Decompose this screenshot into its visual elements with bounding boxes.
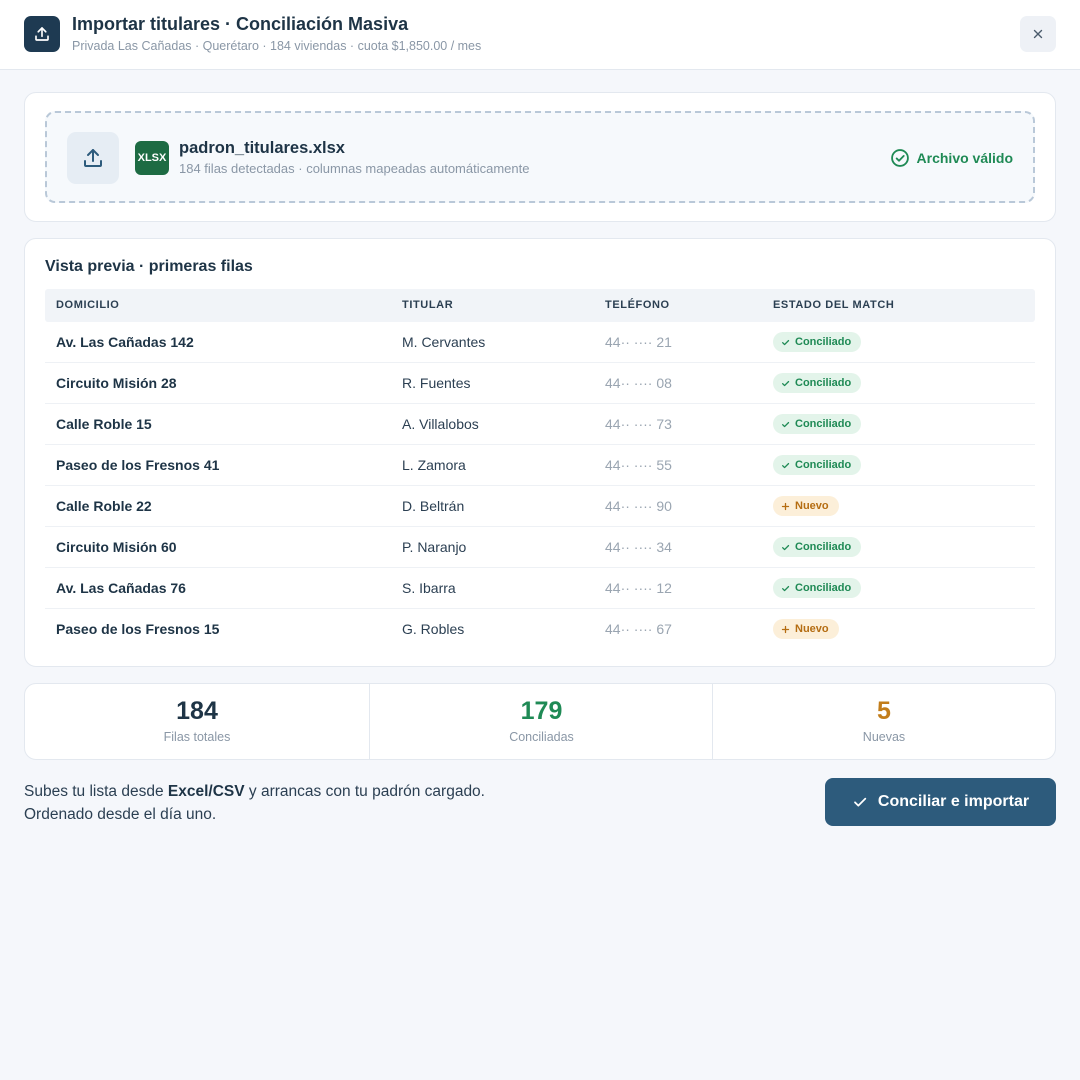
table-row: Paseo de los Fresnos 15 G. Robles 44·· ···… [45,609,1035,650]
match-status-badge: Conciliado [773,373,862,393]
close-button[interactable] [1020,16,1056,52]
cell-domicilio: Calle Roble 15 [56,416,152,432]
cell-telefono: 44·· ···· 21 [605,334,672,350]
upload-button[interactable] [67,132,119,184]
cell-titular: M. Cervantes [402,334,486,350]
cell-titular: A. Villalobos [402,416,479,432]
preview-title: Vista previa · primeras filas [45,258,253,275]
match-status-label: Conciliado [795,418,852,430]
footer-text-part: y arrancas con tu padrón cargado. [244,783,485,800]
stat-value: 184 [176,697,218,725]
cell-titular: G. Robles [402,621,465,637]
file-status: Archivo válido [890,148,1013,168]
cell-telefono: 44·· ···· 73 [605,416,672,432]
upload-icon [84,149,102,167]
match-status-badge: Conciliado [773,537,862,557]
cell-titular: P. Naranjo [402,539,467,555]
stat-value: 179 [520,697,563,725]
cell-domicilio: Calle Roble 22 [56,498,152,514]
cell-titular: S. Ibarra [402,580,456,596]
table-row: Av. Las Cañadas 76 S. Ibarra 44·· ···· 12 C… [45,568,1035,609]
match-status-badge: Nuevo [773,496,839,516]
stats-bar: 184 Filas totales 179 Conciliadas 5 Nuev… [24,683,1056,760]
table-row: Circuito Misión 28 R. Fuentes 44·· ···· 08… [45,363,1035,404]
stat-nuevas: 5 Nuevas [712,684,1055,759]
cell-domicilio: Av. Las Cañadas 142 [56,334,194,350]
file-card: XLSX padron_titulares.xlsx 184 filas det… [24,92,1056,222]
modal-header: Importar titulares · Conciliación Masiva… [0,0,1080,70]
match-status-label: Conciliado [795,541,852,553]
match-status-label: Conciliado [795,377,852,389]
match-status-badge: Conciliado [773,332,862,352]
cell-telefono: 44·· ···· 90 [605,498,672,514]
match-status-label: Nuevo [795,500,829,512]
stat-label: Conciliadas [509,730,574,744]
column-header-domicilio: DOMICILIO [56,299,120,311]
check-icon [782,544,790,550]
match-status-badge: Conciliado [773,455,862,475]
stat-label: Nuevas [862,730,906,744]
cell-telefono: 44·· ···· 34 [605,539,672,555]
cell-telefono: 44·· ···· 67 [605,621,672,637]
stat-label: Filas totales [163,730,231,744]
footer-text-bold: Excel/CSV [167,783,245,800]
match-status-badge: Conciliado [773,414,862,434]
xlsx-file-icon: XLSX [135,141,169,175]
page-subtitle: Privada Las Cañadas · Querétaro · 184 vi… [72,39,482,53]
cell-domicilio: Paseo de los Fresnos 41 [56,457,220,473]
cell-domicilio: Circuito Misión 60 [56,539,177,555]
footer-description: Subes tu lista desde Excel/CSV y arranca… [24,780,485,826]
check-icon [782,339,790,345]
cell-domicilio: Av. Las Cañadas 76 [56,580,186,596]
match-status-label: Conciliado [795,459,852,471]
table-row: Av. Las Cañadas 142 M. Cervantes 44·· ····… [45,322,1035,363]
table-row: Calle Roble 15 A. Villalobos 44·· ···· 73 C… [45,404,1035,445]
file-dropzone[interactable]: XLSX padron_titulares.xlsx 184 filas det… [45,111,1035,203]
check-icon [782,462,790,468]
check-icon [782,585,790,591]
column-header-telefono: TELÉFONO [605,299,670,311]
column-header-titular: TITULAR [402,299,454,311]
cell-telefono: 44·· ···· 12 [605,580,672,596]
check-icon [782,380,790,386]
stat-total: 184 Filas totales [25,684,369,759]
cell-telefono: 44·· ···· 55 [605,457,672,473]
plus-icon [781,625,790,633]
cell-titular: L. Zamora [402,457,466,473]
column-header-estado: ESTADO DEL MATCH [773,299,895,311]
button-label: Conciliar e importar [877,793,1030,810]
match-status-badge: Conciliado [773,578,862,598]
footer-text-part: Subes tu lista desde [24,783,168,800]
stat-value: 5 [877,697,891,725]
cell-titular: D. Beltrán [402,498,465,514]
footer-text-line2: Ordenado desde el día uno. [24,806,217,823]
match-status-label: Nuevo [795,623,829,635]
page-title: Importar titulares · Conciliación Masiva [72,14,409,34]
file-status-label: Archivo válido [916,150,1013,166]
match-status-label: Conciliado [795,582,852,594]
match-status-label: Conciliado [795,336,852,348]
upload-icon [24,16,60,52]
cell-domicilio: Circuito Misión 28 [56,375,177,391]
table-row: Circuito Misión 60 P. Naranjo 44·· ···· 34… [45,527,1035,568]
file-meta: 184 filas detectadas · columnas mapeadas… [179,161,530,176]
file-name: padron_titulares.xlsx [179,139,345,157]
cell-telefono: 44·· ···· 08 [605,375,672,391]
table-body: Av. Las Cañadas 142 M. Cervantes 44·· ····… [45,322,1035,650]
check-icon [854,797,867,807]
stat-conciliadas: 179 Conciliadas [369,684,713,759]
table-row: Paseo de los Fresnos 41 L. Zamora 44·· ···… [45,445,1035,486]
cell-titular: R. Fuentes [402,375,471,391]
match-status-badge: Nuevo [773,619,839,639]
cell-domicilio: Paseo de los Fresnos 15 [56,621,220,637]
table-header: DOMICILIO TITULAR TELÉFONO ESTADO DEL MA… [45,289,1035,322]
check-circle-icon [890,149,909,167]
table-row: Calle Roble 22 D. Beltrán 44·· ···· 90 Nuev… [45,486,1035,527]
check-icon [782,421,790,427]
plus-icon [781,502,790,510]
conciliar-importar-button[interactable]: Conciliar e importar [825,778,1056,826]
preview-card: Vista previa · primeras filas DOMICILIO … [24,238,1056,667]
close-icon [1033,29,1043,39]
